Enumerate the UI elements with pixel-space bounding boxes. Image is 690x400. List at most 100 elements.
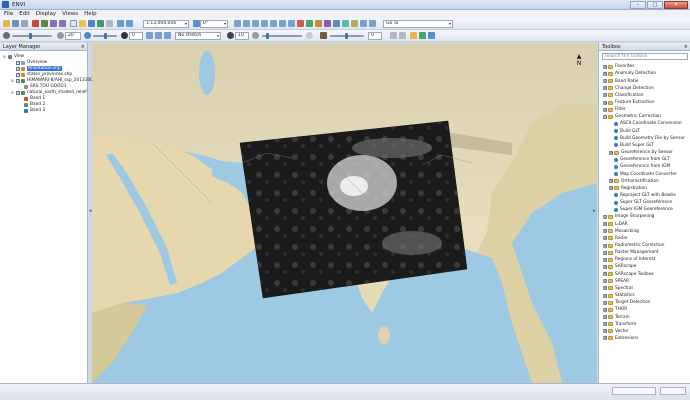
toolbox-tool[interactable]: Super IGM Georeference [609, 207, 673, 213]
layer-visibility-checkbox[interactable]: ✓ [16, 66, 20, 71]
expand-collapse-icon[interactable]: ⊞ [603, 293, 607, 298]
toolbox-tool[interactable]: Georeference from IGM [609, 164, 670, 170]
map-view[interactable]: ▲ N [92, 43, 597, 383]
stretch-combo[interactable]: No stretch ▾ [175, 32, 221, 40]
expand-collapse-icon[interactable]: ⊞ [603, 272, 607, 277]
rotate-icon[interactable] [97, 20, 104, 27]
layer-item[interactable]: ✓ Annotation.shp [11, 66, 62, 72]
close-icon[interactable]: × [684, 43, 688, 51]
menu-edit[interactable]: Edit [19, 11, 30, 17]
toolbox-folder[interactable]: ⊞ SARscape Toolbox [603, 271, 654, 277]
redo-icon[interactable] [59, 20, 66, 27]
toolbox-folder[interactable]: ⊞ Statistics [603, 293, 635, 299]
toolbox-folder[interactable]: ⊞ Radiometric Correction [603, 243, 665, 249]
expand-collapse-icon[interactable]: ⊞ [603, 100, 607, 105]
toolbox-folder[interactable]: ⊞ Spectral [603, 286, 633, 292]
goto-combo[interactable]: Go To ▾ [383, 20, 453, 28]
layer-item[interactable]: Band 2 [19, 102, 45, 108]
toolbox-tool[interactable]: Map Coordinate Converter [609, 171, 677, 177]
stretch-reset-icon[interactable] [164, 32, 171, 39]
zoom-extent-icon[interactable] [261, 20, 268, 27]
expand-collapse-icon[interactable]: ⊞ [609, 179, 613, 184]
zoom-out-icon[interactable] [126, 20, 133, 27]
open-icon[interactable] [3, 20, 10, 27]
toolbox-tool[interactable]: Reproject GLT with Bowtie [609, 193, 676, 199]
opacity-slider-knob[interactable] [266, 33, 269, 39]
minimize-button[interactable]: – [630, 1, 646, 9]
toolbox-folder[interactable]: ⊞ Terrain [603, 314, 630, 320]
zoom-layer-icon[interactable] [279, 20, 286, 27]
layer-item[interactable]: ⊟ View [3, 54, 24, 60]
opacity-slider[interactable] [262, 33, 302, 39]
menu-views[interactable]: Views [62, 11, 78, 17]
select-icon[interactable] [70, 20, 77, 27]
flicker-icon[interactable] [320, 32, 327, 39]
brightness-slider[interactable] [12, 33, 52, 39]
toolbox-folder[interactable]: ⊞ Classification [603, 93, 643, 99]
flicker-slider-knob[interactable] [345, 33, 348, 39]
layer-item[interactable]: ✓ Overview [11, 60, 47, 66]
toolbox-tool[interactable]: Build Super GLT [609, 143, 654, 149]
menu-help[interactable]: Help [84, 11, 97, 17]
zoom-previous-icon[interactable] [288, 20, 295, 27]
expand-collapse-icon[interactable]: ⊞ [603, 322, 607, 327]
toolbox-folder[interactable]: ⊞ Image Sharpening [603, 214, 654, 220]
toolbox-folder[interactable]: ⊞ THOR [603, 307, 627, 313]
portal-toggle-icon[interactable] [410, 32, 417, 39]
toolbox-tool[interactable]: ASCII Coordinate Conversion [609, 121, 682, 127]
sharpen-value[interactable]: 10 [235, 32, 249, 40]
toolbox-folder[interactable]: ⊞ LiDAR [603, 221, 628, 227]
export-view-icon[interactable] [428, 32, 435, 39]
toolbox-folder[interactable]: ⊞ Transform [603, 321, 636, 327]
blend-icon[interactable] [399, 32, 406, 39]
annotation-icon[interactable] [324, 20, 331, 27]
expand-collapse-icon[interactable]: ⊞ [603, 86, 607, 91]
layer-visibility-checkbox[interactable]: ✓ [16, 78, 20, 83]
toolbox-search-input[interactable]: Search the toolbox [602, 53, 688, 60]
toolbox-tool[interactable]: Georeference from GLT [609, 157, 670, 163]
spectral-profile-icon[interactable] [351, 20, 358, 27]
expand-collapse-icon[interactable]: ⊞ [603, 243, 607, 248]
layer-item[interactable]: Band 1 [19, 96, 45, 102]
expand-collapse-icon[interactable]: ⊞ [603, 107, 607, 112]
layer-visibility-checkbox[interactable]: ✓ [16, 60, 20, 65]
zoom-to-full-icon[interactable] [252, 20, 259, 27]
toolbox-folder[interactable]: ⊞ Vector [603, 329, 629, 335]
toolbox-folder[interactable]: ⊞ Raster Management [603, 250, 659, 256]
toolbox-folder[interactable]: ⊟ Geometric Correction [603, 114, 661, 120]
close-icon[interactable]: × [81, 43, 85, 51]
expand-collapse-icon[interactable]: ⊞ [603, 93, 607, 98]
save-icon[interactable] [12, 20, 19, 27]
zoom-in-icon[interactable] [117, 20, 124, 27]
toolbox-folder[interactable]: ⊞ Feature Extraction [603, 100, 655, 106]
brightness-value[interactable]: 20 [65, 32, 81, 40]
layer-item[interactable]: ⊟ ✓ natural_earth_shaded_relief [11, 90, 87, 96]
expand-collapse-icon[interactable]: ⊞ [609, 186, 613, 191]
crosshair-icon[interactable] [297, 20, 304, 27]
contrast-slider[interactable] [93, 33, 117, 39]
expand-collapse-icon[interactable]: ⊞ [603, 250, 607, 255]
print-icon[interactable] [21, 20, 28, 27]
toolbox-folder[interactable]: ⊞ SARscape [603, 264, 636, 270]
expand-collapse-icon[interactable]: ⊟ [11, 79, 15, 83]
expand-collapse-icon[interactable]: ⊞ [603, 236, 607, 241]
expand-collapse-icon[interactable]: ⊞ [603, 64, 607, 69]
toolbox-folder[interactable]: ⊞ Mosaicking [603, 228, 639, 234]
layer-item[interactable]: ✓ states_provinces.shp [11, 72, 72, 78]
expand-collapse-icon[interactable]: ⊟ [603, 114, 607, 119]
cursor-value-icon[interactable] [306, 20, 313, 27]
expand-collapse-icon[interactable]: ⊞ [609, 150, 613, 155]
data-manager-icon[interactable] [32, 20, 39, 27]
rotation-combo[interactable]: 0° ▾ [200, 20, 228, 28]
expand-collapse-icon[interactable]: ⊞ [603, 315, 607, 319]
expand-collapse-icon[interactable]: ⊞ [603, 214, 607, 219]
flicker-slider[interactable] [330, 33, 364, 39]
satellite-image-layer[interactable] [239, 120, 468, 299]
close-button[interactable]: ✕ [664, 1, 688, 9]
toolbox-folder[interactable]: ⊞ Registration [609, 186, 647, 192]
maximize-button[interactable]: □ [647, 1, 663, 9]
menu-file[interactable]: File [4, 11, 13, 17]
expand-collapse-icon[interactable]: ⊟ [11, 91, 15, 95]
toolbox-folder[interactable]: ⊞ Georeference by Sensor [609, 150, 673, 156]
layer-visibility-checkbox[interactable]: ✓ [16, 72, 20, 77]
